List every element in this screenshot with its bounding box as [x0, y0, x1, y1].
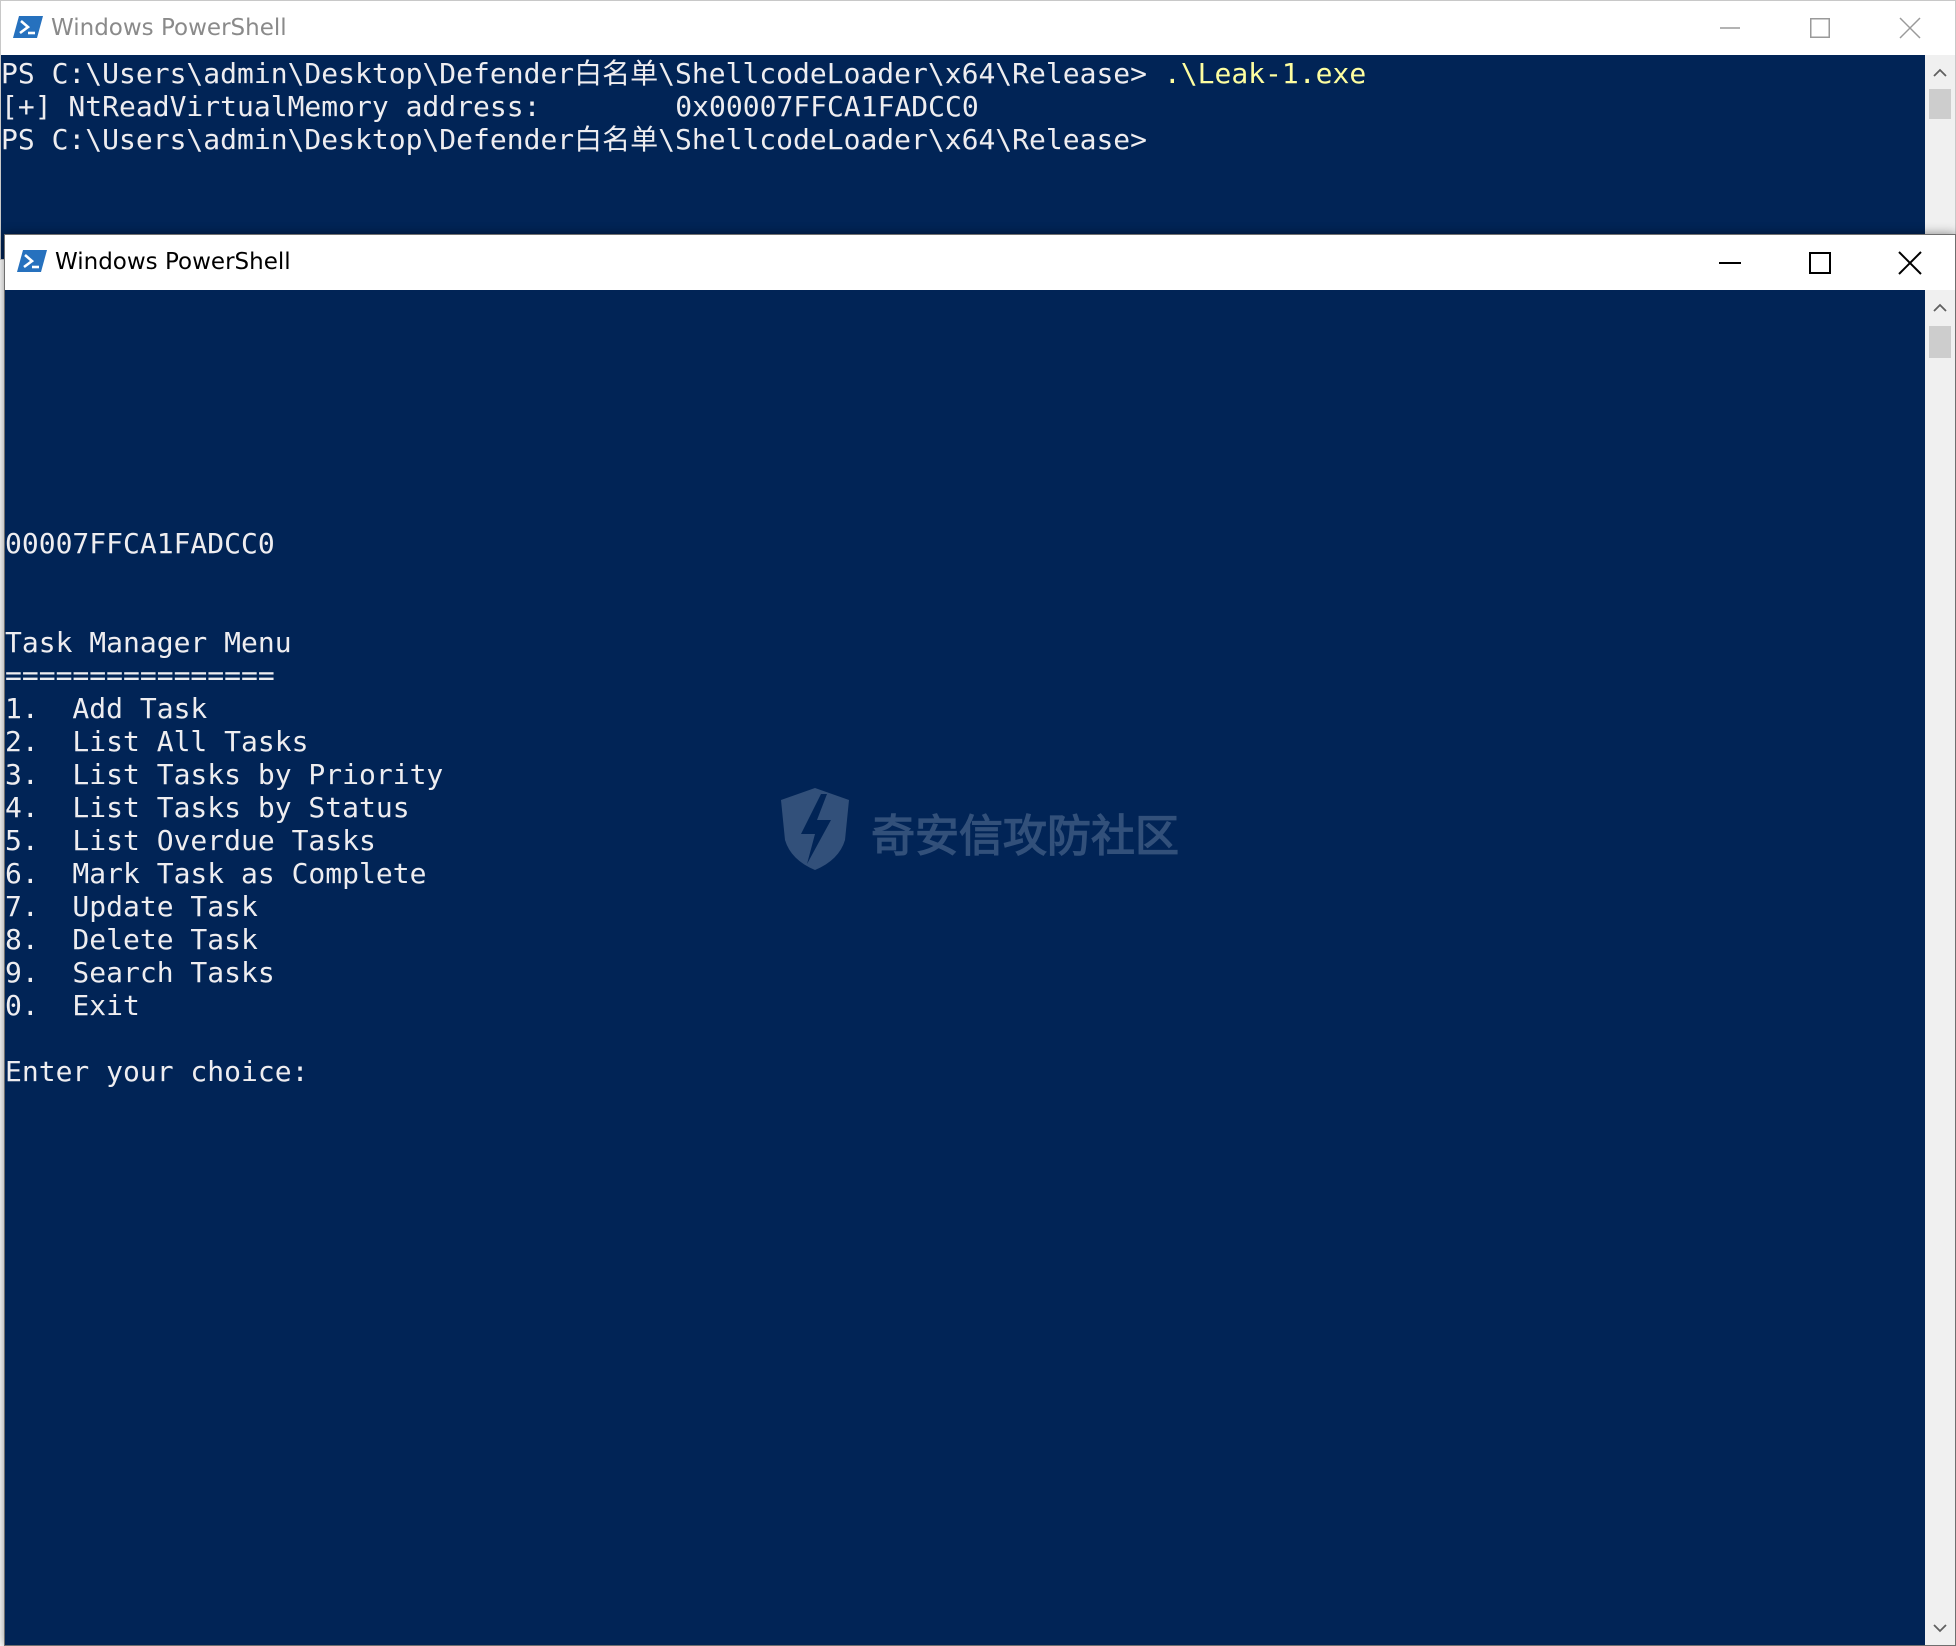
powershell-window-back[interactable]: Windows PowerShell PS C:\Users\admin\Des… — [0, 0, 1956, 260]
title-bar[interactable]: Windows PowerShell — [5, 235, 1955, 290]
console-line: ================ — [5, 659, 275, 692]
prompt-text: PS C:\Users\admin\Desktop\Defender白名单\Sh… — [1, 57, 1164, 90]
command-text: .\Leak-1.exe — [1163, 57, 1367, 90]
scroll-down-button[interactable] — [1925, 1613, 1955, 1643]
window-title: Windows PowerShell — [51, 15, 287, 41]
console-line: Task Manager Menu — [5, 626, 292, 659]
chevron-up-icon — [1933, 68, 1947, 77]
minimize-icon — [1720, 27, 1740, 29]
close-button[interactable] — [1865, 1, 1955, 55]
console-output[interactable]: PS C:\Users\admin\Desktop\Defender白名单\Sh… — [1, 57, 1925, 259]
minimize-button[interactable] — [1685, 235, 1775, 290]
console-line: PS C:\Users\admin\Desktop\Defender白名单\Sh… — [1, 123, 1148, 156]
menu-item: 5. List Overdue Tasks — [5, 824, 376, 857]
menu-item: 8. Delete Task — [5, 923, 258, 956]
vertical-scrollbar[interactable] — [1925, 55, 1955, 259]
minimize-button[interactable] — [1685, 1, 1775, 55]
chevron-up-icon — [1933, 303, 1947, 312]
maximize-icon — [1810, 18, 1830, 38]
close-button[interactable] — [1865, 235, 1955, 290]
powershell-icon — [17, 250, 47, 272]
title-bar[interactable]: Windows PowerShell — [1, 1, 1955, 55]
vertical-scrollbar[interactable] — [1925, 290, 1955, 1645]
scroll-up-button[interactable] — [1925, 292, 1955, 322]
menu-item: 0. Exit — [5, 989, 140, 1022]
close-icon — [1899, 17, 1921, 39]
menu-item: 9. Search Tasks — [5, 956, 275, 989]
menu-item: 2. List All Tasks — [5, 725, 309, 758]
console-output[interactable]: 00007FFCA1FADCC0 Task Manager Menu =======… — [5, 527, 1925, 1088]
input-prompt: Enter your choice: — [5, 1055, 309, 1088]
minimize-icon — [1719, 261, 1741, 264]
powershell-window-front[interactable]: Windows PowerShell 00007FFCA1FADCC0 Task … — [4, 234, 1956, 1646]
chevron-down-icon — [1933, 1623, 1947, 1632]
scroll-thumb[interactable] — [1929, 89, 1951, 119]
console-line: [+] NtReadVirtualMemory address: 0x00007… — [1, 90, 979, 123]
window-title: Windows PowerShell — [55, 249, 291, 275]
scroll-thumb[interactable] — [1929, 326, 1951, 358]
menu-item: 1. Add Task — [5, 692, 208, 725]
maximize-button[interactable] — [1775, 1, 1865, 55]
close-icon — [1898, 250, 1922, 275]
maximize-icon — [1809, 251, 1831, 274]
menu-item: 4. List Tasks by Status — [5, 791, 410, 824]
menu-item: 7. Update Task — [5, 890, 258, 923]
maximize-button[interactable] — [1775, 235, 1865, 290]
console-line: PS C:\Users\admin\Desktop\Defender白名单\Sh… — [1, 57, 1925, 90]
menu-item: 6. Mark Task as Complete — [5, 857, 427, 890]
scroll-up-button[interactable] — [1925, 57, 1955, 87]
console-line: 00007FFCA1FADCC0 — [5, 527, 275, 560]
menu-item: 3. List Tasks by Priority — [5, 758, 444, 791]
powershell-icon — [13, 16, 43, 38]
